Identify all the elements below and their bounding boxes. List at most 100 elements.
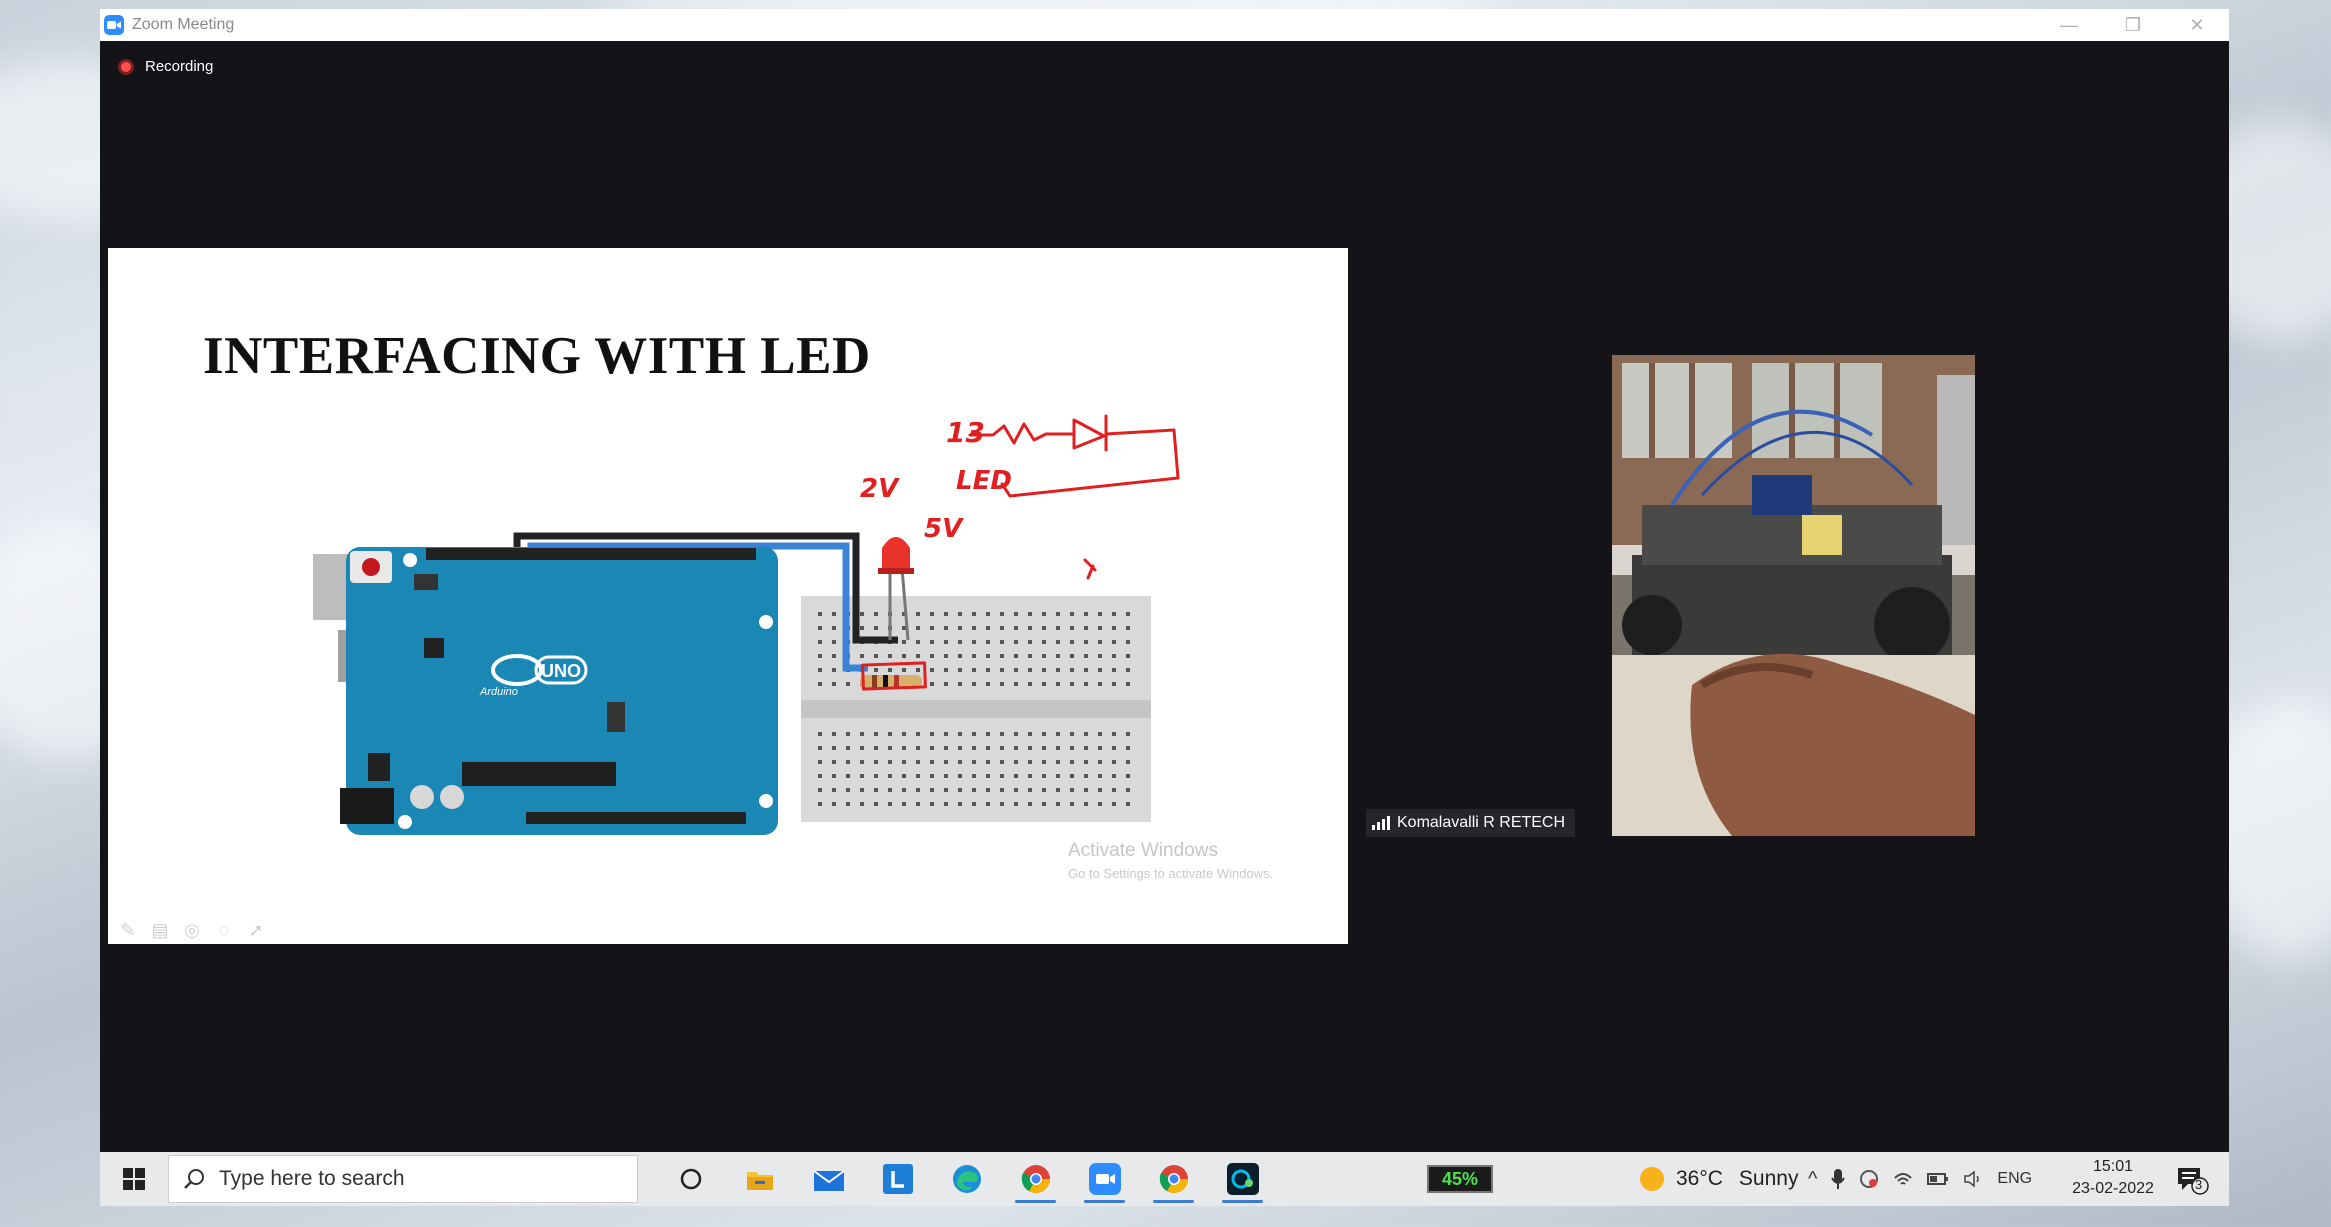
battery-icon[interactable]: [1927, 1172, 1949, 1186]
breadboard-hole: [1098, 760, 1102, 764]
breadboard-hole: [930, 802, 934, 806]
breadboard-hole: [944, 774, 948, 778]
breadboard-hole: [930, 612, 934, 616]
text-tool-icon[interactable]: ▤: [150, 920, 170, 940]
notification-center-button[interactable]: 3: [2170, 1164, 2210, 1196]
breadboard-hole: [930, 746, 934, 750]
breadboard-hole: [846, 802, 850, 806]
start-button[interactable]: [100, 1152, 168, 1206]
breadboard-hole: [874, 802, 878, 806]
taskbar-search[interactable]: [168, 1155, 638, 1203]
breadboard-hole: [1000, 732, 1004, 736]
breadboard-hole: [818, 668, 822, 672]
minimize-button[interactable]: —: [2037, 9, 2101, 41]
wifi-icon[interactable]: [1893, 1170, 1913, 1188]
breadboard-hole: [1112, 682, 1116, 686]
breadboard-hole: [902, 802, 906, 806]
board-brand-label: Arduino: [479, 686, 518, 698]
breadboard-hole: [1126, 668, 1130, 672]
breadboard-hole: [1028, 682, 1032, 686]
shared-screen-slide: INTERFACING WITH LED UNO Arduino 13 LED …: [108, 248, 1348, 944]
l-app-icon[interactable]: [863, 1152, 932, 1206]
participant-name-tag: Komalavalli R RETECH: [1366, 809, 1576, 837]
search-input[interactable]: [219, 1167, 599, 1191]
breadboard-hole: [1056, 668, 1060, 672]
recording-indicator[interactable]: Recording: [118, 58, 213, 75]
breadboard-hole: [832, 732, 836, 736]
breadboard-hole: [860, 788, 864, 792]
restore-button[interactable]: ❐: [2101, 9, 2165, 41]
breadboard-hole: [1056, 626, 1060, 630]
breadboard-hole: [1126, 802, 1130, 806]
windows-taskbar: 45% 36°C Sunny ^ ENG 15:01 23-02-2022 3: [100, 1152, 2229, 1206]
breadboard-hole: [1112, 640, 1116, 644]
spotlight-icon[interactable]: ◎: [182, 920, 202, 940]
breadboard-hole: [958, 612, 962, 616]
taskbar-clock[interactable]: 15:01 23-02-2022: [2058, 1156, 2168, 1200]
breadboard-hole: [874, 746, 878, 750]
breadboard-hole: [958, 626, 962, 630]
breadboard-hole: [902, 746, 906, 750]
breadboard-hole: [1014, 760, 1018, 764]
breadboard-hole: [1126, 760, 1130, 764]
breadboard-hole: [916, 746, 920, 750]
activate-windows-hint: Go to Settings to activate Windows.: [1068, 866, 1274, 881]
eraser-icon[interactable]: ◌: [214, 920, 234, 940]
breadboard-hole: [1126, 682, 1130, 686]
breadboard-hole: [832, 788, 836, 792]
breadboard-hole: [944, 640, 948, 644]
window-titlebar: Zoom Meeting — ❐ ✕: [100, 9, 2229, 41]
breadboard-hole: [1056, 802, 1060, 806]
breadboard-hole: [916, 612, 920, 616]
breadboard-hole: [1056, 612, 1060, 616]
breadboard-hole: [902, 732, 906, 736]
participant-video[interactable]: [1612, 355, 1975, 836]
breadboard-hole: [1028, 626, 1032, 630]
breadboard-hole: [972, 802, 976, 806]
battery-percentage-badge: 45%: [1427, 1165, 1493, 1193]
handwritten-supply-voltage: 5V: [924, 514, 963, 544]
cortana-icon[interactable]: [656, 1152, 725, 1206]
breadboard-hole: [1098, 802, 1102, 806]
breadboard-hole: [874, 732, 878, 736]
breadboard-hole: [1028, 760, 1032, 764]
volume-icon[interactable]: [1963, 1170, 1983, 1188]
breadboard-hole: [972, 668, 976, 672]
microphone-icon[interactable]: [1831, 1168, 1846, 1190]
close-button[interactable]: ✕: [2165, 9, 2229, 41]
breadboard-hole: [1098, 774, 1102, 778]
breadboard-hole: [1056, 746, 1060, 750]
breadboard-hole: [1028, 788, 1032, 792]
breadboard-hole: [1098, 746, 1102, 750]
breadboard-hole: [832, 654, 836, 658]
breadboard-hole: [1112, 802, 1116, 806]
edge-icon[interactable]: [932, 1152, 1001, 1206]
breadboard-hole: [1112, 668, 1116, 672]
pen-icon[interactable]: ✎: [118, 920, 138, 940]
zoom-icon[interactable]: [1070, 1152, 1139, 1206]
breadboard-hole: [916, 732, 920, 736]
chrome-icon[interactable]: [1139, 1152, 1208, 1206]
chrome-icon[interactable]: [1001, 1152, 1070, 1206]
breadboard-hole: [874, 654, 878, 658]
breadboard-hole: [1112, 612, 1116, 616]
app-tray-icon[interactable]: [1859, 1169, 1879, 1189]
mail-icon[interactable]: [794, 1152, 863, 1206]
file-explorer-icon[interactable]: [725, 1152, 794, 1206]
pointer-icon[interactable]: ➚: [246, 920, 266, 940]
breadboard-hole: [986, 788, 990, 792]
chevron-up-icon[interactable]: ^: [1808, 1168, 1817, 1191]
breadboard-hole: [944, 788, 948, 792]
breadboard-hole: [916, 654, 920, 658]
breadboard-hole: [832, 746, 836, 750]
breadboard-hole: [930, 774, 934, 778]
breadboard-hole: [860, 732, 864, 736]
webex-icon[interactable]: [1208, 1152, 1277, 1206]
breadboard-hole: [916, 626, 920, 630]
language-indicator[interactable]: ENG: [1997, 1170, 2032, 1188]
breadboard-hole: [860, 626, 864, 630]
weather-widget[interactable]: 36°C Sunny: [1640, 1152, 1798, 1206]
breadboard-hole: [1014, 668, 1018, 672]
recording-label: Recording: [145, 58, 214, 75]
webcam-feed-image: [1612, 355, 1975, 836]
